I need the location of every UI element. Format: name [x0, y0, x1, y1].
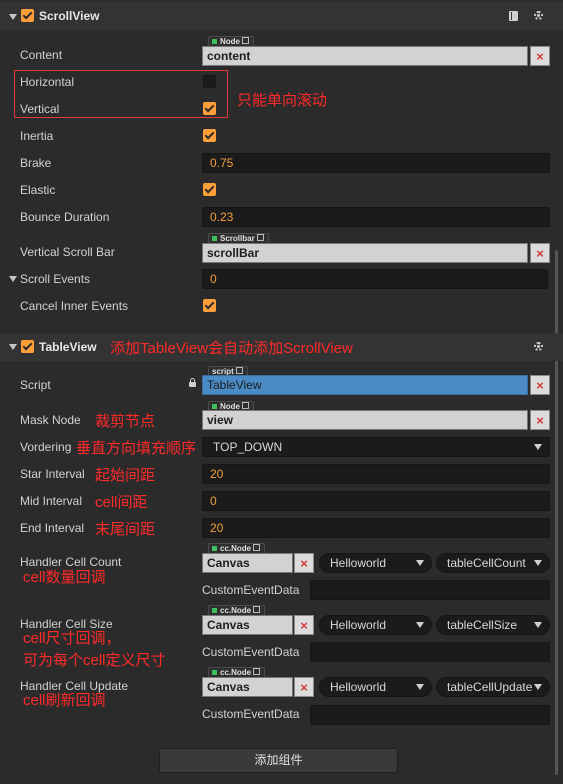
handler-update-data-label: CustomEventData	[202, 707, 300, 721]
handler-update-remove-button[interactable]: ×	[294, 677, 314, 697]
link-icon[interactable]	[242, 402, 249, 409]
chevron-down-icon	[534, 560, 542, 566]
chevron-down-icon	[416, 560, 424, 566]
handler-size-method-select[interactable]: tableCellSize	[436, 615, 550, 635]
annotation-star: 起始间距	[95, 467, 156, 484]
annotation-size-line2: 可为每个cell定义尺寸	[23, 652, 166, 669]
chevron-down-icon	[534, 684, 542, 690]
handler-update-data-input[interactable]	[310, 705, 550, 725]
settings-gear-icon[interactable]	[534, 11, 543, 20]
link-icon[interactable]	[235, 367, 243, 374]
link-icon[interactable]	[253, 544, 261, 551]
inertia-checkbox[interactable]	[203, 129, 216, 142]
annotation-size-line1: cell尺寸回调，	[23, 630, 121, 647]
annotation-count: cell数量回调	[23, 569, 106, 586]
add-component-button[interactable]: 添加组件	[159, 748, 398, 773]
scrollbar-field[interactable]: scrollBar	[202, 243, 528, 263]
content-remove-button[interactable]: ×	[530, 46, 550, 66]
elastic-label: Elastic	[20, 183, 56, 197]
link-icon[interactable]	[242, 37, 249, 44]
handler-size-data-input[interactable]	[310, 642, 550, 662]
tableview-title: TableView	[39, 340, 97, 354]
handler-size-node-field[interactable]: Canvas	[202, 615, 293, 635]
mask-node-label: Mask Node	[20, 413, 81, 427]
vertical-checkbox[interactable]	[203, 102, 216, 115]
node-type-icon	[212, 670, 217, 675]
tableview-enabled-checkbox[interactable]	[21, 340, 34, 353]
chevron-down-icon	[416, 684, 424, 690]
end-interval-label: End Interval	[20, 521, 85, 535]
brake-label: Brake	[20, 156, 52, 170]
scroll-events-count-input[interactable]: 0	[202, 269, 548, 289]
node-type-icon	[212, 404, 217, 409]
bounce-duration-label: Bounce Duration	[20, 210, 110, 224]
chevron-down-icon	[534, 444, 542, 450]
inertia-label: Inertia	[20, 129, 54, 143]
annotation-end: 末尾间距	[95, 521, 156, 538]
script-field[interactable]: TableView	[202, 375, 528, 395]
script-label: Script	[20, 378, 51, 392]
scroll-events-arrow-icon[interactable]	[9, 276, 17, 282]
node-type-icon	[212, 608, 217, 613]
chevron-down-icon	[416, 622, 424, 628]
help-book-icon[interactable]	[509, 11, 518, 21]
content-field[interactable]: content	[202, 46, 528, 66]
collapse-arrow-icon[interactable]	[9, 14, 17, 20]
scrollview-enabled-checkbox[interactable]	[21, 9, 34, 22]
mask-remove-button[interactable]: ×	[530, 410, 550, 430]
annotation-update: cell刷新回调	[23, 692, 106, 709]
annotation-mask: 裁剪节点	[95, 413, 156, 430]
handler-update-component-select[interactable]: Helloworld	[319, 677, 432, 697]
horizontal-label: Horizontal	[20, 75, 75, 89]
scrollbar-remove-button[interactable]: ×	[530, 243, 550, 263]
end-interval-input[interactable]: 20	[202, 518, 550, 538]
cancel-inner-events-checkbox[interactable]	[203, 299, 216, 312]
vordering-select[interactable]: TOP_DOWN	[202, 437, 550, 457]
handler-count-component-select[interactable]: Helloworld	[319, 553, 432, 573]
settings-gear-icon[interactable]	[534, 342, 543, 351]
collapse-arrow-icon[interactable]	[9, 344, 17, 350]
brake-input[interactable]: 0.75	[202, 153, 550, 173]
chevron-down-icon	[534, 622, 542, 628]
handler-count-method-select[interactable]: tableCellCount	[436, 553, 550, 573]
link-icon[interactable]	[253, 606, 261, 613]
handler-count-remove-button[interactable]: ×	[294, 553, 314, 573]
bounce-duration-input[interactable]: 0.23	[202, 207, 550, 227]
vertical-scrollbar-label: Vertical Scroll Bar	[20, 245, 115, 259]
node-type-icon	[212, 39, 217, 44]
horizontal-checkbox[interactable]	[203, 75, 216, 88]
cancel-inner-events-label: Cancel Inner Events	[20, 299, 129, 313]
star-interval-label: Star Interval	[20, 467, 85, 481]
panel-scrollbar[interactable]	[555, 250, 558, 775]
handler-size-remove-button[interactable]: ×	[294, 615, 314, 635]
elastic-checkbox[interactable]	[203, 183, 216, 196]
link-icon[interactable]	[256, 234, 264, 241]
handler-update-node-field[interactable]: Canvas	[202, 677, 293, 697]
handler-count-data-label: CustomEventData	[202, 583, 300, 597]
mid-interval-input[interactable]: 0	[202, 491, 550, 511]
vordering-label: Vordering	[20, 440, 72, 454]
handler-count-data-input[interactable]	[310, 580, 550, 600]
annotation-vordering: 垂直方向填充顺序	[76, 440, 197, 457]
script-remove-button[interactable]: ×	[530, 375, 550, 395]
annotation-mid: cell间距	[95, 494, 148, 511]
lock-icon	[189, 378, 196, 387]
handler-update-method-select[interactable]: tableCellUpdate	[436, 677, 550, 697]
mid-interval-label: Mid Interval	[20, 494, 83, 508]
annotation-auto-add: 添加TableView会自动添加ScrollView	[110, 340, 353, 357]
link-icon[interactable]	[253, 668, 261, 675]
handler-size-component-select[interactable]: Helloworld	[319, 615, 432, 635]
handler-count-node-field[interactable]: Canvas	[202, 553, 293, 573]
node-type-icon	[212, 546, 217, 551]
scrollview-title: ScrollView	[39, 9, 100, 23]
star-interval-input[interactable]: 20	[202, 464, 550, 484]
vertical-label: Vertical	[20, 102, 60, 116]
handler-size-data-label: CustomEventData	[202, 645, 300, 659]
annotation-single-direction: 只能单向滚动	[237, 92, 328, 109]
mask-node-field[interactable]: view	[202, 410, 528, 430]
scroll-events-label: Scroll Events	[20, 272, 91, 286]
scrollbar-type-icon	[212, 236, 217, 241]
content-label: Content	[20, 48, 63, 62]
